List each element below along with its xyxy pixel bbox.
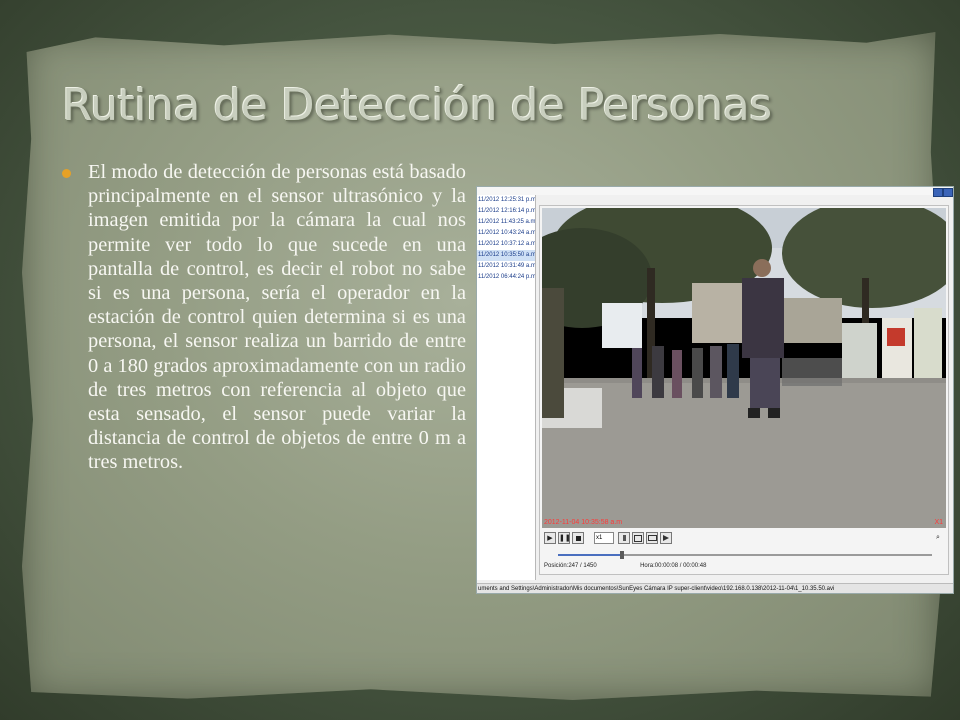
video-scene-image [542, 208, 946, 528]
list-item-selected[interactable]: 11/2012 10:35:50 a.m [477, 250, 535, 261]
zoom-icon[interactable]: ⌕ [932, 532, 944, 544]
list-item[interactable]: 11/2012 12:25:31 p.m [477, 195, 535, 206]
window-close-icon[interactable] [943, 188, 953, 197]
camera-client-screenshot: 11/2012 12:25:31 p.m 11/2012 12:16:14 p.… [476, 186, 954, 594]
volume-icon[interactable] [618, 532, 630, 544]
forward-icon[interactable] [660, 532, 672, 544]
play-icon[interactable]: ▶ [544, 532, 556, 544]
position-counter: Posición:247 / 1450 [544, 563, 597, 569]
slide: Rutina de Detección de Personas El modo … [0, 0, 960, 720]
list-item[interactable]: 11/2012 06:44:24 p.m [477, 272, 535, 283]
recording-file-list: 11/2012 12:25:31 p.m 11/2012 12:16:14 p.… [477, 195, 536, 580]
time-counter: Hora:00:00:08 / 00:00:48 [640, 563, 707, 569]
stop-icon[interactable] [572, 532, 584, 544]
monitor-icon[interactable] [646, 532, 658, 544]
video-player: 2012-11-04 10:35:58 a.m X1 ▶ ❚❚ x1 ⌕ Pos… [539, 205, 949, 575]
pause-icon[interactable]: ❚❚ [558, 532, 571, 544]
file-path-status: uments and Settings\Administrador\Mis do… [477, 583, 953, 593]
video-timestamp: 2012-11-04 10:35:58 a.m [544, 519, 623, 526]
seek-fill [558, 554, 622, 556]
list-item[interactable]: 11/2012 12:16:14 p.m [477, 206, 535, 217]
bullet-text: El modo de detección de personas está ba… [88, 161, 466, 474]
playback-controls: ▶ ❚❚ x1 ⌕ [544, 532, 944, 546]
speed-select[interactable]: x1 [594, 532, 614, 544]
window-top-strip [477, 187, 953, 197]
bullet-dot-icon [62, 169, 71, 178]
list-item[interactable]: 11/2012 11:43:25 a.m [477, 217, 535, 228]
window-help-icon[interactable] [933, 188, 943, 197]
video-frame: 2012-11-04 10:35:58 a.m X1 [542, 208, 946, 528]
video-zoom-label: X1 [934, 519, 943, 526]
slide-title: Rutina de Detección de Personas [62, 80, 772, 131]
seek-bar[interactable] [544, 550, 944, 560]
list-item[interactable]: 11/2012 10:31:49 a.m [477, 261, 535, 272]
snapshot-icon[interactable] [632, 532, 644, 544]
list-item[interactable]: 11/2012 10:43:24 a.m [477, 228, 535, 239]
seek-thumb[interactable] [619, 551, 624, 559]
list-item[interactable]: 11/2012 10:37:12 a.m [477, 239, 535, 250]
playback-info: Posición:247 / 1450 Hora:00:00:08 / 00:0… [544, 563, 944, 573]
